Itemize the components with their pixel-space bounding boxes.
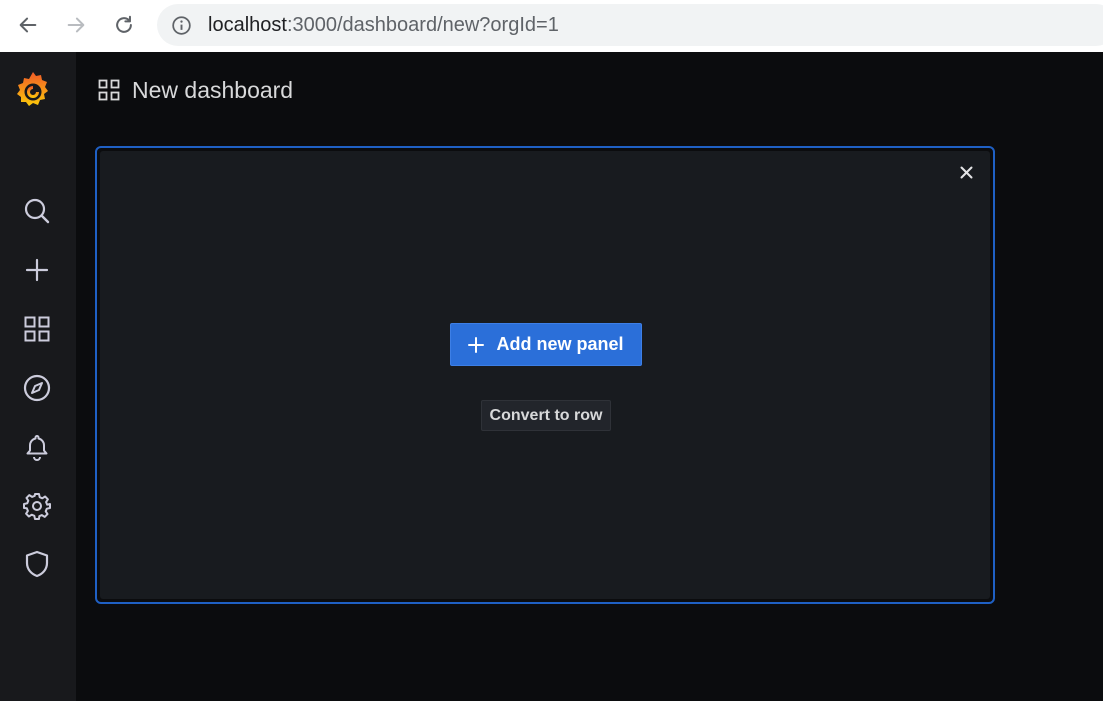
gear-icon (23, 493, 51, 520)
bell-icon (26, 435, 48, 461)
add-new-panel-button[interactable]: Add new panel (450, 323, 642, 366)
arrow-right-icon (67, 17, 85, 33)
convert-to-row-label: Convert to row (489, 406, 603, 424)
sidemenu-item-explore[interactable] (22, 373, 52, 403)
shield-icon (25, 550, 49, 578)
grafana-logo-icon[interactable] (12, 68, 54, 112)
url-host: localhost (208, 14, 287, 36)
sidemenu-item-dashboards[interactable] (22, 314, 52, 344)
sidemenu-item-alerting[interactable] (22, 432, 52, 462)
reload-icon (116, 15, 132, 33)
url-path: :3000/dashboard/new?orgId=1 (286, 14, 559, 36)
page-title: New dashboard (132, 76, 294, 103)
sidemenu-item-server-admin[interactable] (22, 549, 52, 579)
sidemenu-item-search[interactable] (22, 196, 52, 226)
plus-icon (468, 336, 485, 353)
compass-icon (23, 374, 51, 402)
panel-body: Add new panel Convert to row (100, 151, 990, 599)
browser-toolbar: localhost:3000/dashboard/new?orgId=1 (0, 0, 1103, 52)
forward-button[interactable] (62, 11, 90, 39)
back-button[interactable] (14, 11, 42, 39)
convert-to-row-button[interactable]: Convert to row (481, 400, 611, 431)
info-icon[interactable] (171, 15, 192, 36)
address-bar[interactable]: localhost:3000/dashboard/new?orgId=1 (157, 4, 1103, 46)
sidemenu-item-configuration[interactable] (22, 491, 52, 521)
search-icon (24, 198, 50, 224)
main-content: New dashboard Add new panel Convert to r… (76, 52, 1103, 701)
dashboards-grid-icon (98, 79, 120, 101)
page-header: New dashboard (98, 76, 293, 104)
close-icon (960, 166, 972, 178)
url-text[interactable]: localhost:3000/dashboard/new?orgId=1 (208, 14, 559, 37)
plus-icon (25, 258, 49, 282)
add-panel-widget: Add new panel Convert to row (95, 146, 995, 604)
reload-button[interactable] (110, 11, 138, 39)
sidemenu-item-create[interactable] (22, 255, 52, 285)
add-new-panel-label: Add new panel (496, 334, 624, 354)
dashboards-grid-icon (24, 316, 50, 342)
arrow-left-icon (19, 17, 37, 33)
sidemenu (0, 52, 76, 701)
close-button[interactable] (957, 163, 975, 181)
